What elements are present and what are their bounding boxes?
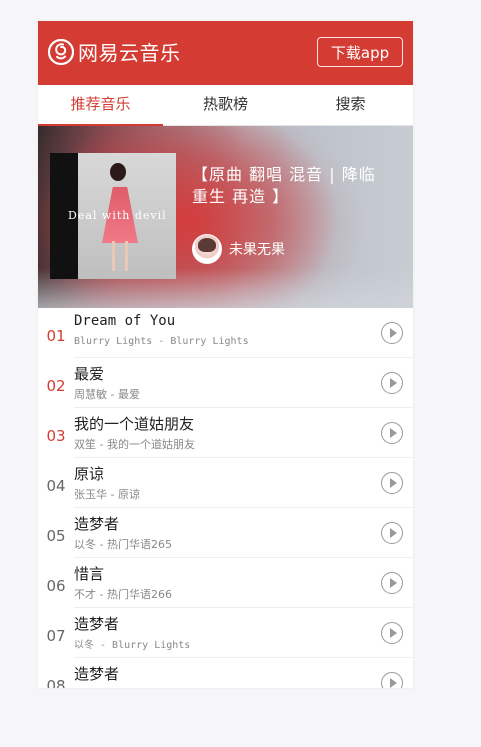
play-icon[interactable] bbox=[381, 572, 403, 594]
tab-search[interactable]: 搜索 bbox=[288, 85, 413, 125]
song-info: 造梦者以冬 - 热门华语265 bbox=[74, 508, 413, 558]
creator-name: 未果无果 bbox=[229, 242, 285, 258]
song-index: 04 bbox=[46, 477, 66, 495]
play-icon[interactable] bbox=[381, 672, 403, 688]
song-info: 原谅张玉华 - 原谅 bbox=[74, 458, 413, 508]
song-row[interactable]: 08 造梦者 bbox=[38, 658, 413, 688]
song-info: 我的一个道姑朋友双笙 - 我的一个道姑朋友 bbox=[74, 408, 413, 458]
song-artist-album: 以冬 - Blurry Lights bbox=[74, 640, 191, 651]
song-artist-album: 双笙 - 我的一个道姑朋友 bbox=[74, 438, 195, 451]
song-title: 最爱 bbox=[74, 365, 105, 383]
song-info: 惜言不才 - 热门华语266 bbox=[74, 558, 413, 608]
song-title: Dream of You bbox=[74, 313, 176, 329]
song-row[interactable]: 03 我的一个道姑朋友双笙 - 我的一个道姑朋友 bbox=[38, 408, 413, 458]
song-info: Dream of You Blurry Lights - Blurry Light… bbox=[74, 308, 413, 358]
play-icon[interactable] bbox=[381, 522, 403, 544]
song-artist-album: Blurry Lights - Blurry Lights bbox=[74, 336, 249, 347]
song-index: 07 bbox=[46, 627, 66, 645]
song-title: 原谅 bbox=[74, 465, 105, 483]
tab-recommended-music[interactable]: 推荐音乐 bbox=[38, 85, 163, 126]
download-app-button[interactable]: 下载app bbox=[317, 37, 403, 67]
avatar-hair bbox=[198, 238, 216, 252]
song-artist-album: 张玉华 - 原谅 bbox=[74, 488, 140, 501]
song-list: 01 Dream of You Blurry Lights - Blurry Lig… bbox=[38, 308, 413, 688]
song-row[interactable]: 01 Dream of You Blurry Lights - Blurry Lig… bbox=[38, 308, 413, 358]
song-row[interactable]: 04 原谅张玉华 - 原谅 bbox=[38, 458, 413, 508]
play-icon[interactable] bbox=[381, 622, 403, 644]
playlist-title: 【原曲 翻唱 混音 | 降临 重生 再造 】 bbox=[192, 165, 376, 206]
play-icon[interactable] bbox=[381, 322, 403, 344]
song-info: 造梦者以冬 - Blurry Lights bbox=[74, 608, 413, 658]
song-index: 01 bbox=[46, 327, 66, 345]
playlist-creator[interactable]: 未果无果 bbox=[192, 234, 285, 264]
song-index: 08 bbox=[46, 677, 66, 688]
song-row[interactable]: 06 惜言不才 - 热门华语266 bbox=[38, 558, 413, 608]
song-row[interactable]: 02 最爱周慧敏 - 最爱 bbox=[38, 358, 413, 408]
playlist-cover[interactable]: Deal with devil bbox=[50, 153, 176, 279]
creator-avatar bbox=[192, 234, 222, 264]
song-index: 03 bbox=[46, 427, 66, 445]
song-index: 06 bbox=[46, 577, 66, 595]
playlist-banner[interactable]: Deal with devil 【原曲 翻唱 混音 | 降临 重生 再造 】 未… bbox=[38, 126, 413, 308]
song-title: 我的一个道姑朋友 bbox=[74, 415, 195, 433]
song-info: 最爱周慧敏 - 最爱 bbox=[74, 358, 413, 408]
tab-bar: 推荐音乐 热歌榜 搜索 bbox=[38, 85, 413, 126]
song-index: 02 bbox=[46, 377, 66, 395]
top-bar: 网易云音乐 下载app bbox=[38, 21, 413, 85]
netease-music-logo-icon bbox=[48, 38, 74, 65]
song-info: 造梦者 bbox=[74, 658, 413, 688]
song-title: 造梦者 bbox=[74, 615, 120, 633]
play-icon[interactable] bbox=[381, 472, 403, 494]
song-artist-album: 不才 - 热门华语266 bbox=[74, 588, 172, 601]
play-icon[interactable] bbox=[381, 422, 403, 444]
song-title: 造梦者 bbox=[74, 515, 120, 533]
app-name: 网易云音乐 bbox=[78, 41, 181, 65]
cover-figure-head bbox=[110, 163, 126, 181]
song-index: 05 bbox=[46, 527, 66, 545]
song-row[interactable]: 05 造梦者以冬 - 热门华语265 bbox=[38, 508, 413, 558]
mobile-page: 网易云音乐 下载app 推荐音乐 热歌榜 搜索 Deal with devil … bbox=[38, 21, 413, 688]
song-row[interactable]: 07 造梦者以冬 - Blurry Lights bbox=[38, 608, 413, 658]
app-logo[interactable]: 网易云音乐 bbox=[48, 37, 181, 66]
cover-figure-legs bbox=[112, 241, 128, 271]
tab-hot-songs[interactable]: 热歌榜 bbox=[163, 85, 288, 125]
song-artist-album: 以冬 - 热门华语265 bbox=[74, 538, 172, 551]
song-title: 造梦者 bbox=[74, 665, 120, 683]
song-artist-album: 周慧敏 - 最爱 bbox=[74, 388, 140, 401]
play-icon[interactable] bbox=[381, 372, 403, 394]
song-title: 惜言 bbox=[74, 565, 105, 583]
cover-title-text: Deal with devil bbox=[68, 209, 167, 222]
